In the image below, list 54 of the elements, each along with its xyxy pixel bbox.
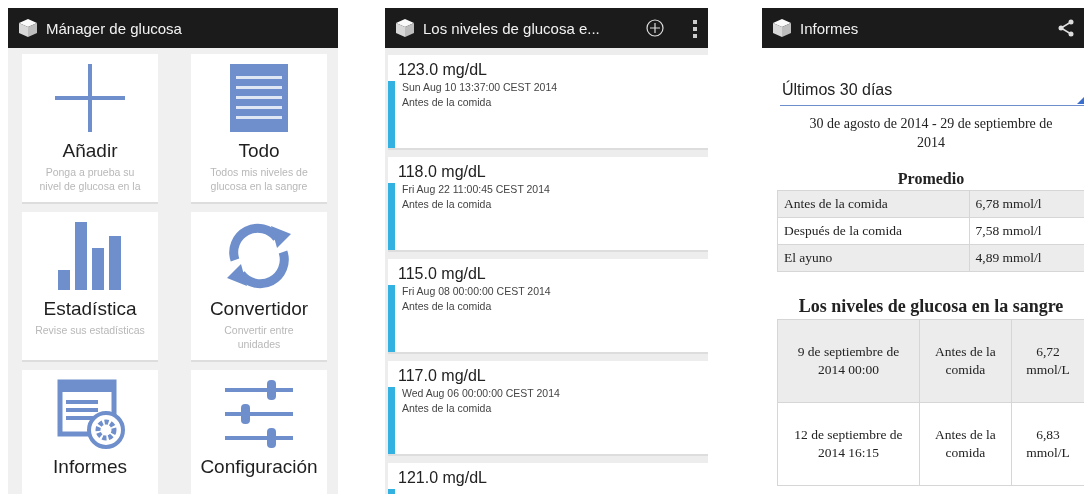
glucose-value: 118.0 mg/dL: [398, 163, 487, 181]
section-heading: Promedio: [896, 170, 966, 188]
section-heading: Los niveles de glucosa en la sangre: [797, 296, 1065, 317]
glucose-value: 115.0 mg/dL: [398, 265, 487, 283]
glucose-value: 117.0 mg/dL: [398, 367, 487, 385]
table-cell: 6,78 mmol/l: [969, 190, 1084, 218]
reading-card[interactable]: 117.0 mg/dL Wed Aug 06 00:00:00 CEST 2014 Antes de la comida: [388, 361, 708, 456]
menu-tile[interactable]: Todo Todos mis niveles de glucosa en la sangre: [191, 54, 327, 204]
reading-date: Fri Aug 22 11:00:45 CEST 2014: [402, 183, 550, 195]
plus-icon: [52, 62, 128, 134]
reading-card[interactable]: 123.0 mg/dL Sun Aug 10 13:37:00 CEST 2014 Antes de la comida: [388, 55, 708, 150]
accent-bar: [388, 387, 395, 454]
menu-tile[interactable]: Estadística Revise sus estadísticas: [22, 212, 158, 362]
reading-note: Antes de la comida: [402, 402, 493, 414]
app-title: Los niveles de glucosa e...: [423, 19, 601, 37]
share-icon[interactable]: [1058, 19, 1074, 37]
app-title: Informes: [800, 19, 860, 37]
table-cell: El ayuno: [777, 244, 970, 272]
reading-date: Fri Aug 08 00:00:00 CEST 2014: [402, 285, 551, 297]
menu-tile[interactable]: Configuración: [191, 370, 327, 494]
accent-bar: [388, 183, 395, 250]
app-logo-icon: [772, 18, 792, 38]
table-cell: 6,72 mmol/L: [1011, 319, 1084, 403]
table-cell: 12 de septiembre de 2014 16:15: [777, 402, 920, 486]
reading-note: Antes de la comida: [402, 96, 493, 108]
glucose-value: 121.0 mg/dL: [398, 469, 488, 487]
table-cell: 9 de septiembre de 2014 00:00: [777, 319, 920, 403]
table-cell: 7,58 mmol/l: [969, 217, 1084, 245]
app-logo-icon: [18, 18, 38, 38]
menu-tile[interactable]: Añadir Ponga a prueba su nivel de glucosa en la: [22, 54, 158, 204]
reading-note: Antes de la comida: [402, 300, 493, 312]
table-cell: Después de la comida: [777, 217, 970, 245]
reading-note: Antes de la comida: [402, 198, 493, 210]
table-cell: Antes de la comida: [919, 402, 1012, 486]
reading-card[interactable]: 121.0 mg/dL: [388, 463, 708, 494]
accent-bar: [388, 285, 395, 352]
reading-card[interactable]: 118.0 mg/dL Fri Aug 22 11:00:45 CEST 2014 Antes de la comida: [388, 157, 708, 252]
glucose-value: 123.0 mg/dL: [398, 61, 488, 79]
accent-bar: [388, 81, 395, 148]
table-cell: 6,83 mmol/L: [1011, 402, 1084, 486]
reading-date: Sun Aug 10 13:37:00 CEST 2014: [402, 81, 558, 93]
reading-card[interactable]: 115.0 mg/dL Fri Aug 08 00:00:00 CEST 2014 Antes de la comida: [388, 259, 708, 354]
table-cell: Antes de la comida: [777, 190, 970, 218]
table-cell: Antes de la comida: [919, 319, 1012, 403]
menu-tile[interactable]: Convertidor Convertir entre unidades: [191, 212, 327, 362]
more-menu-icon[interactable]: [692, 18, 698, 38]
reading-date: Wed Aug 06 00:00:00 CEST 2014: [402, 387, 560, 399]
app-title: Mánager de glucosa: [46, 19, 183, 37]
dropdown-corner-icon: [1077, 97, 1084, 104]
add-icon[interactable]: [646, 19, 664, 37]
app-logo-icon: [395, 18, 415, 38]
table-cell: 4,89 mmol/l: [969, 244, 1084, 272]
menu-tile[interactable]: Informes: [22, 370, 158, 494]
date-range: 30 de agosto de 2014 - 29 de septiembre de 2014: [808, 115, 1054, 152]
